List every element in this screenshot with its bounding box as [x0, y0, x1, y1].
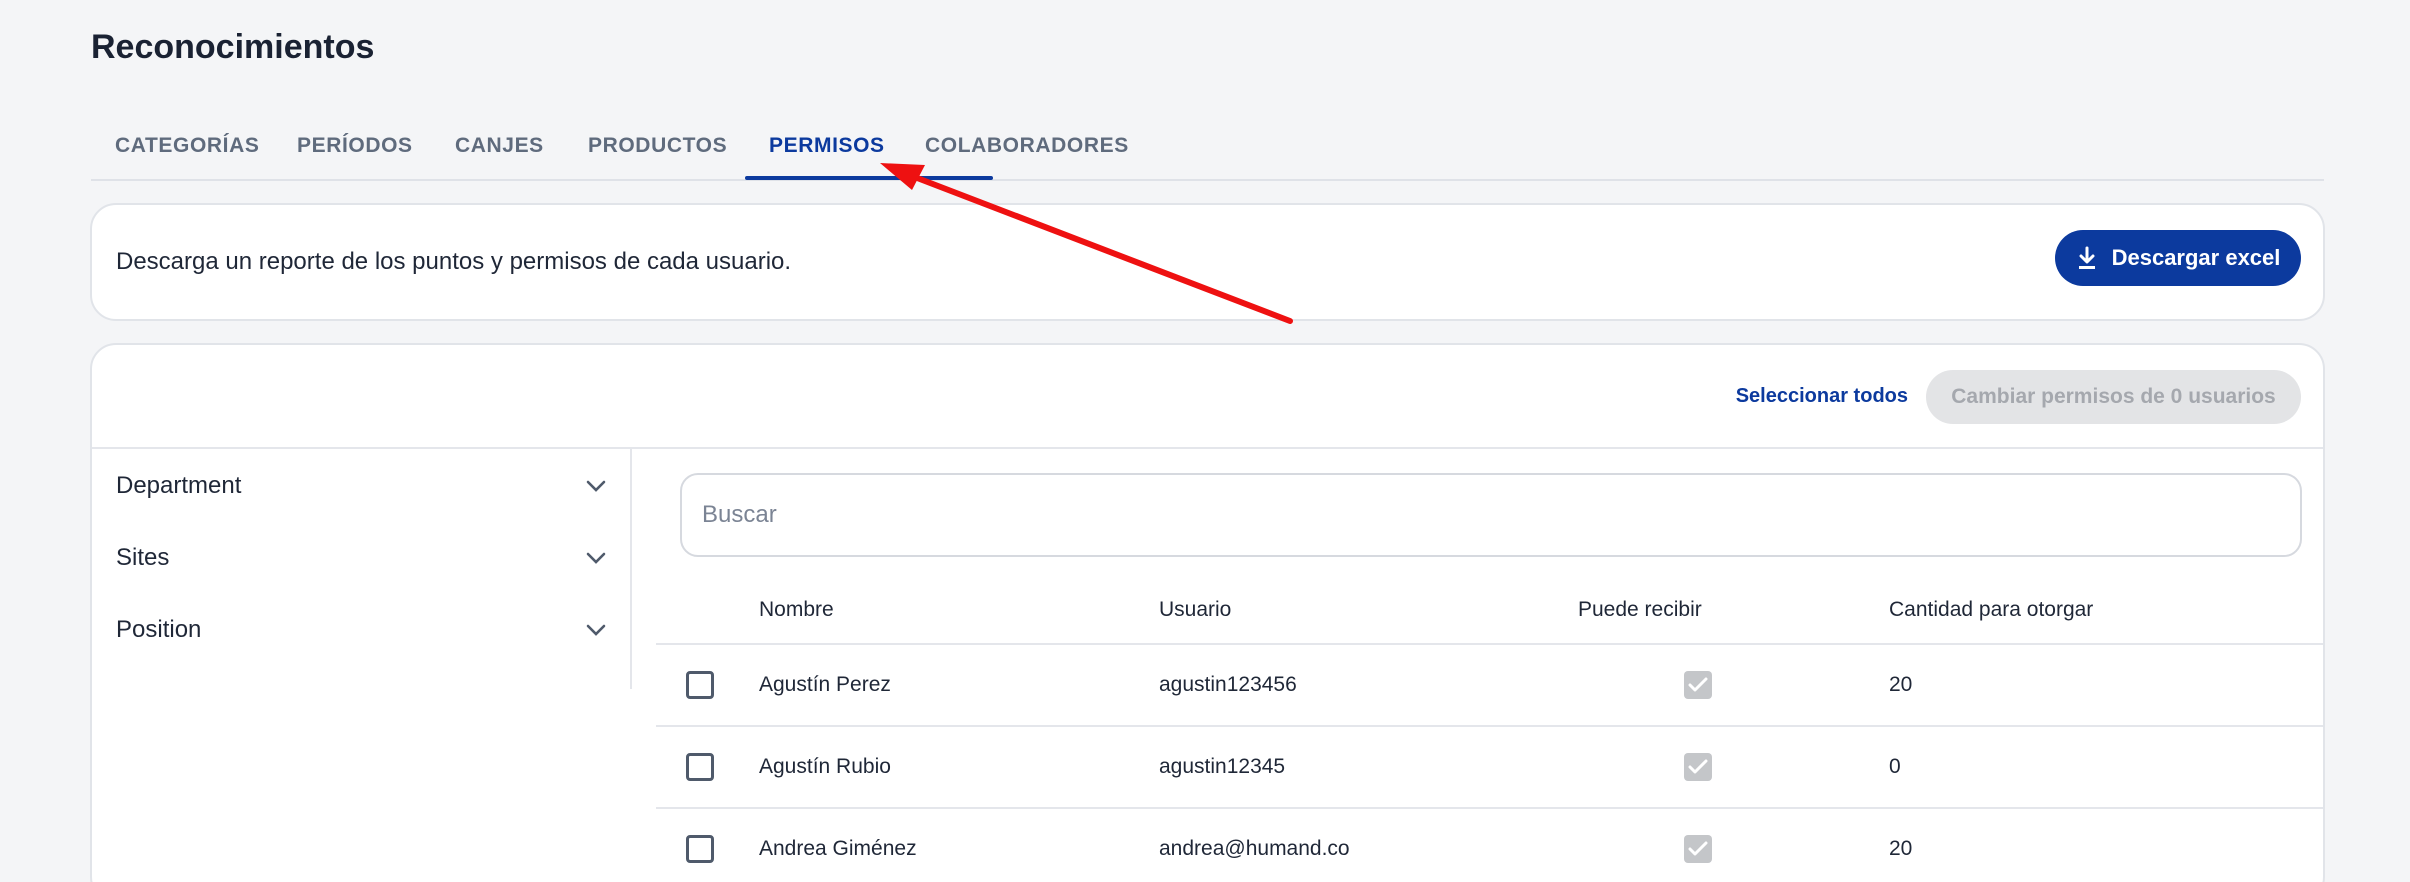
tab-bar: CATEGORÍAS PERÍODOS CANJES PRODUCTOS PER… [91, 110, 2324, 181]
row-select-checkbox[interactable] [686, 753, 714, 781]
tab-canjes[interactable]: CANJES [455, 110, 544, 181]
user-name: Agustín Rubio [759, 755, 891, 778]
table-row: Andrea Giménez andrea@humand.co 20 [656, 809, 2323, 882]
users-table: Nombre Usuario Puede recibir Cantidad pa… [656, 577, 2323, 882]
user-name: Andrea Giménez [759, 837, 917, 860]
report-card: Descarga un reporte de los puntos y perm… [90, 203, 2325, 321]
user-username: andrea@humand.co [1159, 837, 1350, 860]
check-icon [1688, 759, 1708, 774]
filter-sites-label: Sites [116, 544, 170, 571]
download-icon [2078, 246, 2095, 269]
row-select-checkbox[interactable] [686, 835, 714, 863]
chevron-down-icon [586, 624, 606, 636]
can-receive-checkbox [1684, 753, 1712, 781]
grant-amount: 20 [1889, 837, 1913, 860]
check-icon [1688, 677, 1708, 692]
filter-position[interactable]: Position [116, 605, 606, 655]
filter-sites[interactable]: Sites [116, 533, 606, 583]
chevron-down-icon [586, 552, 606, 564]
column-header-nombre: Nombre [759, 598, 834, 621]
change-permissions-button[interactable]: Cambiar permisos de 0 usuarios [1926, 370, 2301, 424]
can-receive-checkbox [1684, 671, 1712, 699]
filter-department[interactable]: Department [116, 461, 606, 511]
filter-department-label: Department [116, 472, 242, 499]
permissions-card: Seleccionar todos Cambiar permisos de 0 … [90, 343, 2325, 882]
select-all-link[interactable]: Seleccionar todos [1736, 345, 1908, 447]
filters-panel: Department Sites Position [92, 449, 632, 689]
tab-categorias[interactable]: CATEGORÍAS [115, 110, 259, 181]
column-header-cantidad: Cantidad para otorgar [1889, 598, 2094, 621]
active-tab-indicator [745, 176, 993, 180]
user-username: agustin12345 [1159, 755, 1286, 778]
permissions-toolbar: Seleccionar todos Cambiar permisos de 0 … [92, 345, 2323, 449]
table-header: Nombre Usuario Puede recibir Cantidad pa… [656, 577, 2323, 645]
page-title: Reconocimientos [91, 28, 375, 66]
row-select-checkbox[interactable] [686, 671, 714, 699]
download-excel-button[interactable]: Descargar excel [2055, 230, 2301, 286]
grant-amount: 0 [1889, 755, 1901, 778]
tab-productos[interactable]: PRODUCTOS [588, 110, 727, 181]
table-row: Agustín Rubio agustin12345 0 [656, 727, 2323, 809]
column-header-puede-recibir: Puede recibir [1578, 598, 1702, 621]
download-excel-label: Descargar excel [2111, 245, 2281, 270]
column-header-usuario: Usuario [1159, 598, 1232, 621]
table-row: Agustín Perez agustin123456 20 [656, 645, 2323, 727]
grant-amount: 20 [1889, 673, 1913, 696]
user-username: agustin123456 [1159, 673, 1297, 696]
check-icon [1688, 841, 1708, 856]
report-description: Descarga un reporte de los puntos y perm… [116, 248, 792, 275]
user-name: Agustín Perez [759, 673, 891, 696]
tab-periodos[interactable]: PERÍODOS [297, 110, 413, 181]
search-input[interactable] [680, 473, 2302, 557]
tab-colaboradores[interactable]: COLABORADORES [925, 110, 1129, 181]
tab-permisos[interactable]: PERMISOS [769, 110, 885, 181]
filter-position-label: Position [116, 616, 202, 643]
can-receive-checkbox [1684, 835, 1712, 863]
chevron-down-icon [586, 480, 606, 492]
